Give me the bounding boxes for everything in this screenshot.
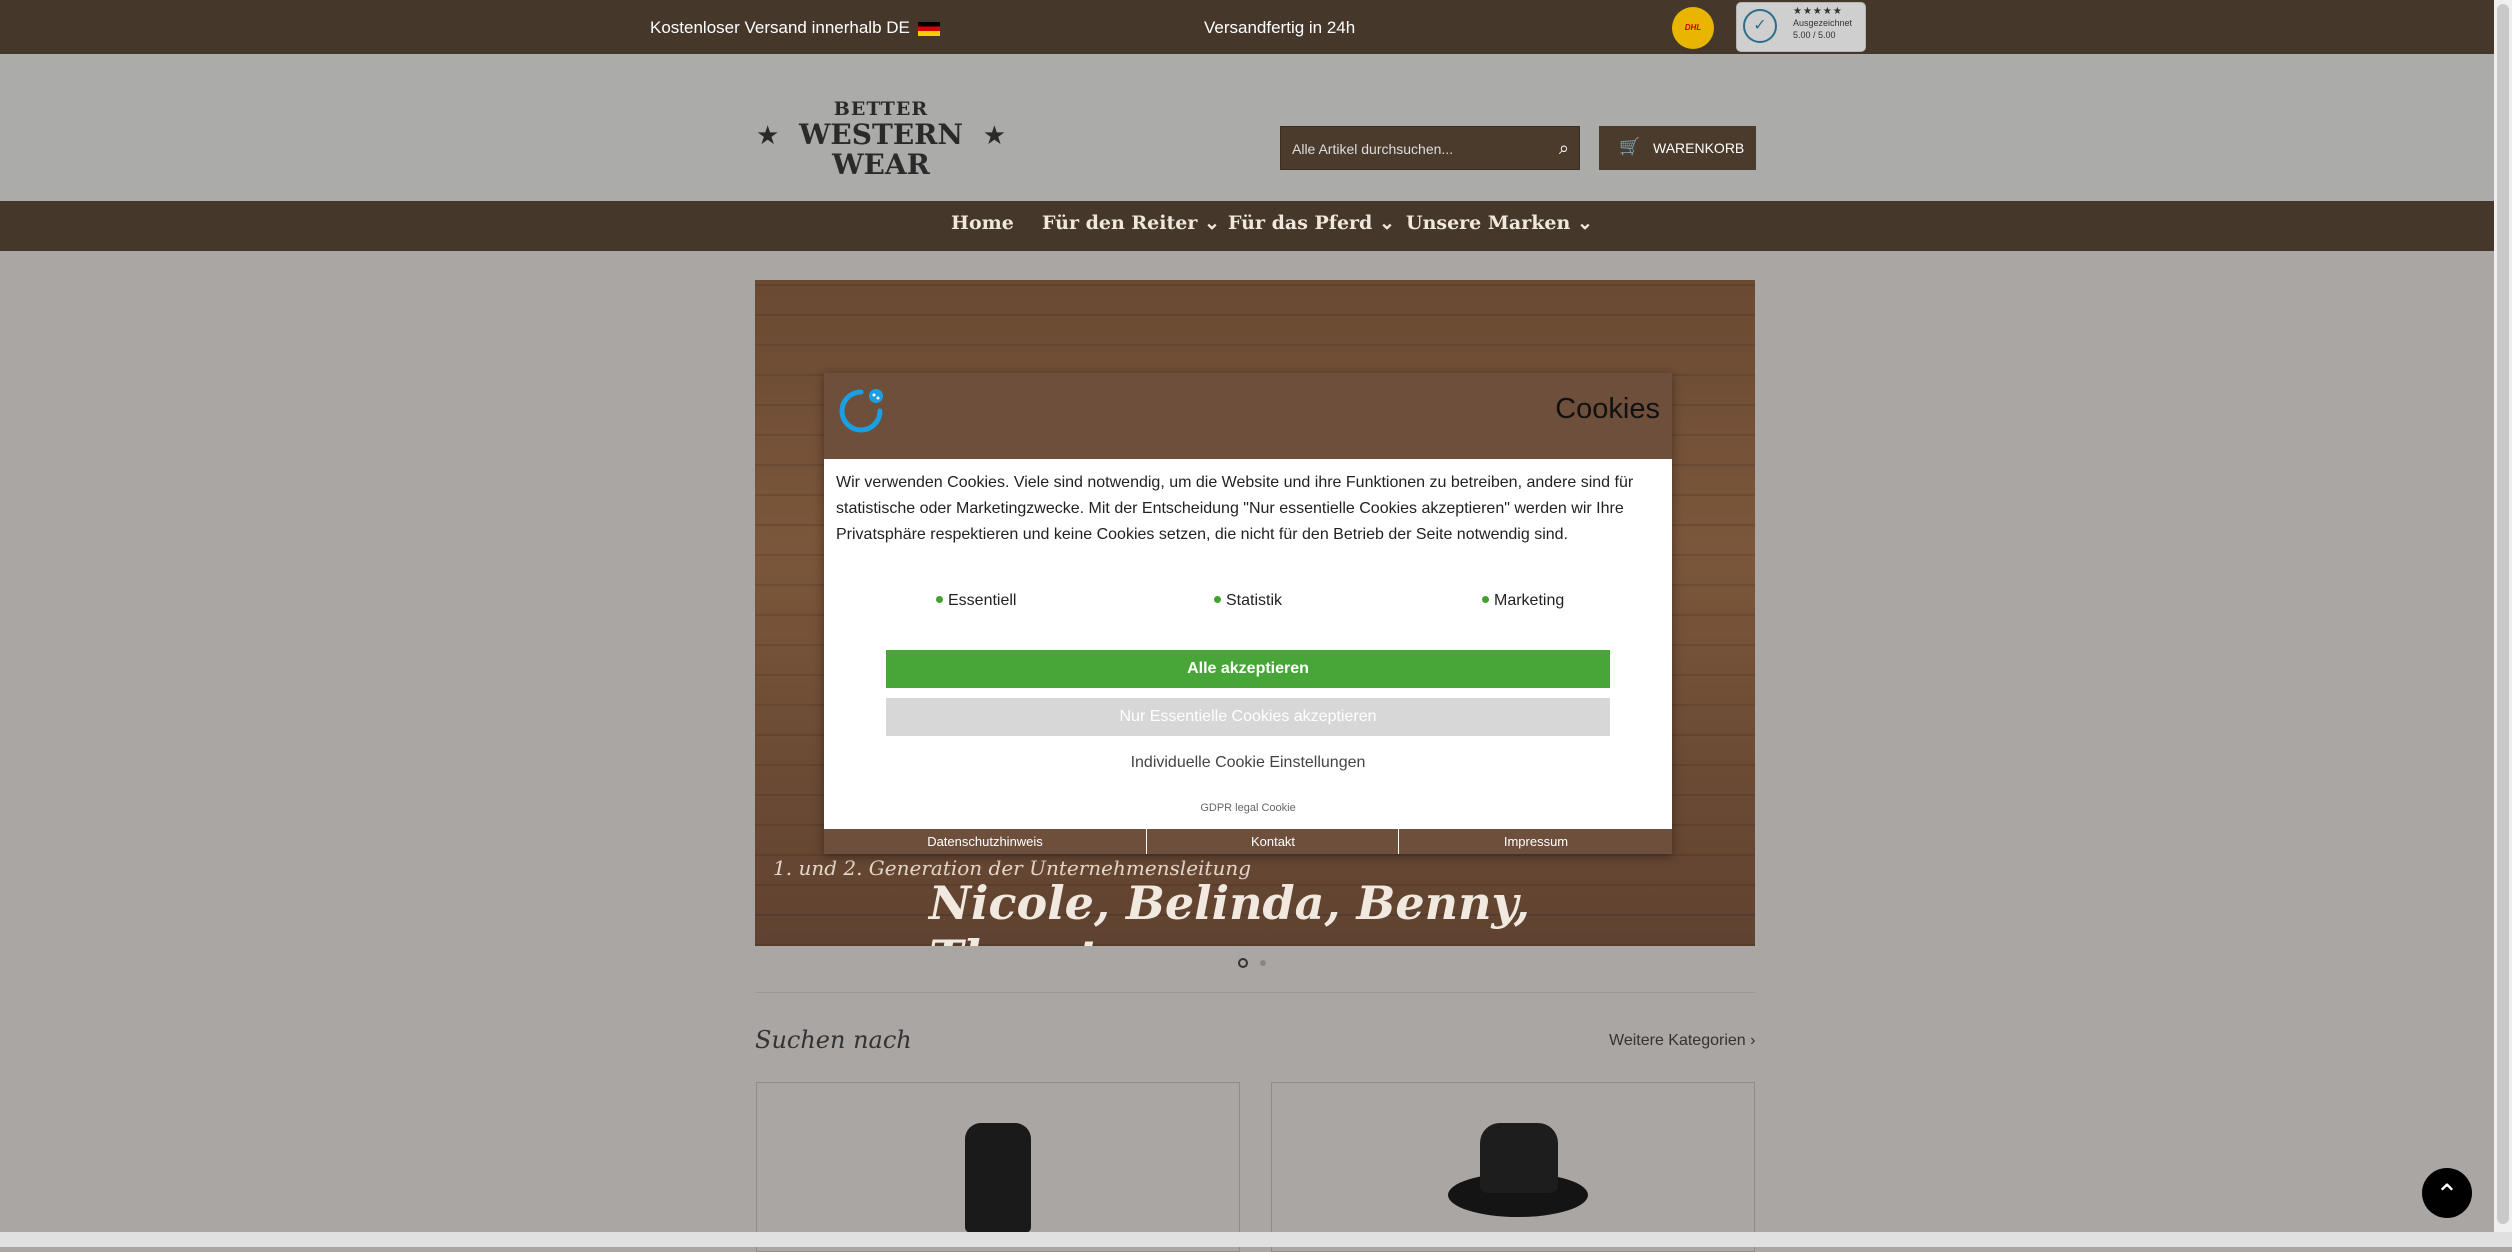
category-card[interactable]	[1271, 1082, 1755, 1252]
cookie-dialog: Cookies Wir verwenden Cookies. Viele sin…	[824, 373, 1672, 854]
nav-item-reiter[interactable]: Für den Reiter ⌄	[1042, 212, 1220, 234]
cart-button[interactable]: 🛒 WARENKORB	[1599, 126, 1756, 170]
status-dot-icon	[936, 596, 943, 604]
dhl-logo[interactable]: DHL	[1672, 7, 1714, 49]
cookie-option-essentiell[interactable]: Essentiell	[936, 592, 1016, 610]
privacy-link[interactable]: Datenschutzhinweis	[824, 829, 1146, 854]
section-title: Suchen nach	[755, 1026, 912, 1054]
divider	[755, 992, 1755, 993]
chevron-down-icon: ⌄	[1576, 212, 1593, 234]
slide-dot-active[interactable]	[1238, 958, 1248, 968]
cookie-option-statistik[interactable]: Statistik	[1214, 592, 1282, 610]
cookie-dialog-text: Wir verwenden Cookies. Viele sind notwen…	[836, 474, 1634, 543]
cookie-dialog-header: Cookies	[824, 373, 1672, 459]
rating-stars: ★★★★★	[1793, 6, 1843, 17]
back-to-top-button[interactable]: ⌃	[2422, 1168, 2472, 1218]
search-icon[interactable]: ⌕	[1559, 138, 1569, 159]
more-categories-link[interactable]: Weitere Kategorien ›	[1609, 1032, 1755, 1050]
cart-icon: 🛒	[1619, 137, 1641, 156]
rating-label: Ausgezeichnet	[1793, 18, 1853, 28]
cookie-dialog-footer: Datenschutzhinweis Kontakt Impressum	[824, 829, 1672, 854]
rating-score: 5.00 / 5.00	[1793, 30, 1836, 40]
status-dot-icon	[1482, 596, 1489, 604]
contact-link[interactable]: Kontakt	[1146, 829, 1399, 854]
site-header: ★ BETTER WESTERN WEAR ★ Alle Artikel dur…	[0, 54, 2494, 201]
search-input[interactable]: Alle Artikel durchsuchen... ⌕	[1280, 126, 1580, 170]
germany-flag-icon	[917, 21, 940, 36]
status-dot-icon	[1214, 596, 1221, 604]
accept-all-button[interactable]: Alle akzeptieren	[886, 650, 1610, 688]
imprint-link[interactable]: Impressum	[1398, 829, 1673, 854]
chevron-down-icon: ⌄	[1378, 212, 1395, 234]
star-icon: ★	[982, 120, 1006, 150]
scrollbar-thumb[interactable]	[2497, 4, 2509, 1224]
cookie-logo-icon	[839, 389, 883, 433]
shipping-info: Kostenloser Versand innerhalb DE	[650, 18, 940, 38]
chevron-down-icon: ⌄	[1204, 212, 1220, 234]
trust-seal-icon: ✓	[1743, 9, 1777, 43]
site-logo[interactable]: ★ BETTER WESTERN WEAR ★	[756, 98, 1006, 180]
jacket-image	[965, 1123, 1031, 1233]
individual-settings-link[interactable]: Individuelle Cookie Einstellungen	[824, 754, 1672, 772]
accept-essential-button[interactable]: Nur Essentielle Cookies akzeptieren	[886, 698, 1610, 736]
top-info-bar: Kostenloser Versand innerhalb DE Versand…	[0, 0, 2494, 54]
horizontal-scrollbar[interactable]	[0, 1232, 2512, 1247]
cookie-dialog-title: Cookies	[1555, 393, 1660, 425]
slide-dot[interactable]	[1260, 960, 1266, 966]
nav-item-marken[interactable]: Unsere Marken ⌄	[1406, 212, 1593, 234]
category-card[interactable]	[756, 1082, 1240, 1252]
nav-item-home[interactable]: Home	[951, 212, 1014, 234]
main-nav: Home Für den Reiter ⌄ Für das Pferd ⌄ Un…	[0, 201, 2494, 251]
gdpr-brand-link[interactable]: GDPR legal Cookie	[824, 802, 1672, 814]
nav-item-pferd[interactable]: Für das Pferd ⌄	[1228, 212, 1395, 234]
cookie-option-marketing[interactable]: Marketing	[1482, 592, 1564, 610]
ready-info: Versandfertig in 24h	[1204, 18, 1356, 37]
star-icon: ★	[756, 120, 780, 150]
trust-badge[interactable]: ✓ ★★★★★ Ausgezeichnet 5.00 / 5.00	[1736, 2, 1866, 52]
slide-caption-large: Nicole, Belinda, Benny, Thorsten	[929, 876, 1530, 946]
